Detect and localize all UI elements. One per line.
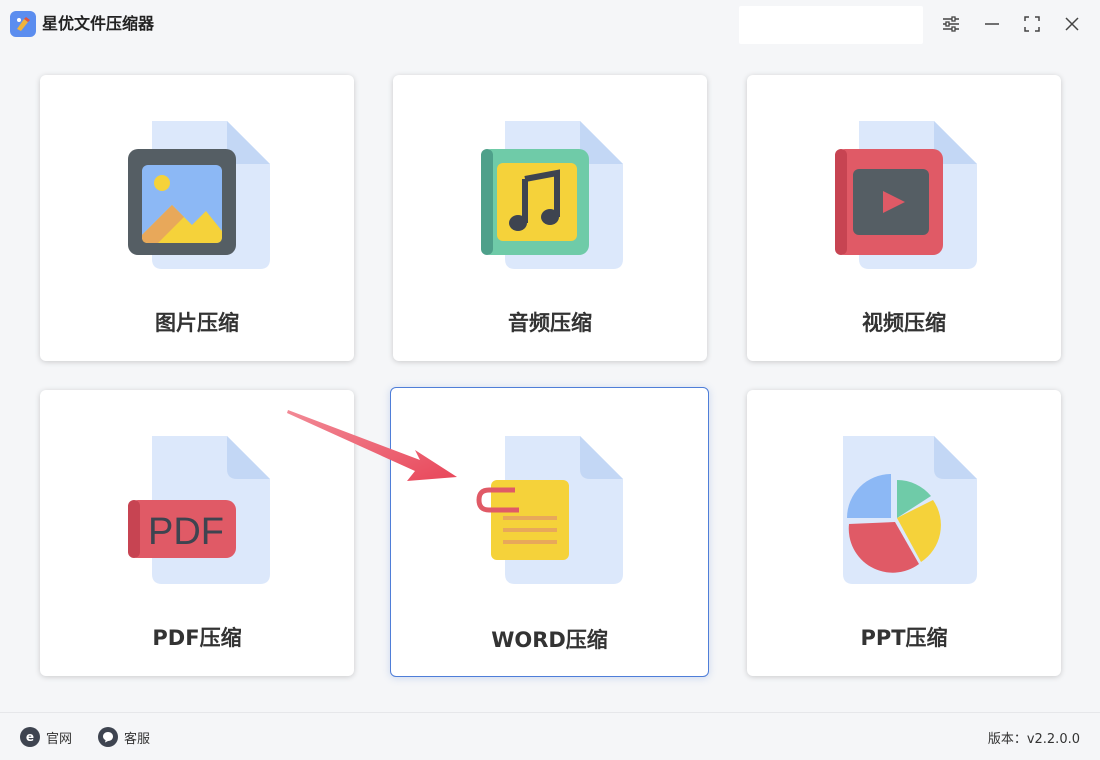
image-file-icon [128, 121, 270, 269]
support-label: 客服 [124, 731, 151, 747]
ppt-compress-card[interactable]: PPT压缩 [747, 390, 1061, 676]
minimize-icon[interactable] [980, 12, 1004, 36]
title-search-box[interactable] [739, 6, 923, 44]
version-label: 版本：v2.2.0.0 [987, 732, 1080, 747]
footer-bar: e 官网 客服 版本：v2.2.0.0 [0, 712, 1100, 760]
card-label: WORD压缩 [491, 628, 608, 652]
ppt-file-icon [843, 436, 977, 584]
pdf-badge-text: PDF [148, 511, 224, 553]
image-compress-card[interactable]: 图片压缩 [40, 75, 354, 361]
video-compress-card[interactable]: 视频压缩 [747, 75, 1061, 361]
video-file-icon [835, 121, 977, 269]
audio-file-icon [481, 121, 623, 269]
word-file-icon [476, 436, 623, 584]
settings-icon[interactable] [939, 12, 963, 36]
close-icon[interactable] [1060, 12, 1084, 36]
app-logo-icon [10, 11, 36, 37]
audio-compress-card[interactable]: 音频压缩 [393, 75, 707, 361]
website-link[interactable]: e 官网 [20, 727, 72, 747]
maximize-icon[interactable] [1020, 12, 1044, 36]
card-label: PDF压缩 [152, 626, 242, 650]
card-label: 图片压缩 [155, 311, 239, 335]
chat-bubble-icon [98, 727, 118, 747]
title-bar: 星优文件压缩器 [0, 0, 1100, 48]
card-label: 视频压缩 [862, 311, 946, 335]
app-title: 星优文件压缩器 [42, 14, 155, 33]
pdf-file-icon: PDF [128, 436, 270, 584]
card-label: 音频压缩 [508, 311, 592, 335]
support-link[interactable]: 客服 [98, 727, 150, 747]
website-e-icon: e [20, 727, 40, 747]
card-label: PPT压缩 [860, 626, 948, 650]
pointer-arrow-icon [287, 410, 457, 481]
website-label: 官网 [46, 731, 73, 747]
